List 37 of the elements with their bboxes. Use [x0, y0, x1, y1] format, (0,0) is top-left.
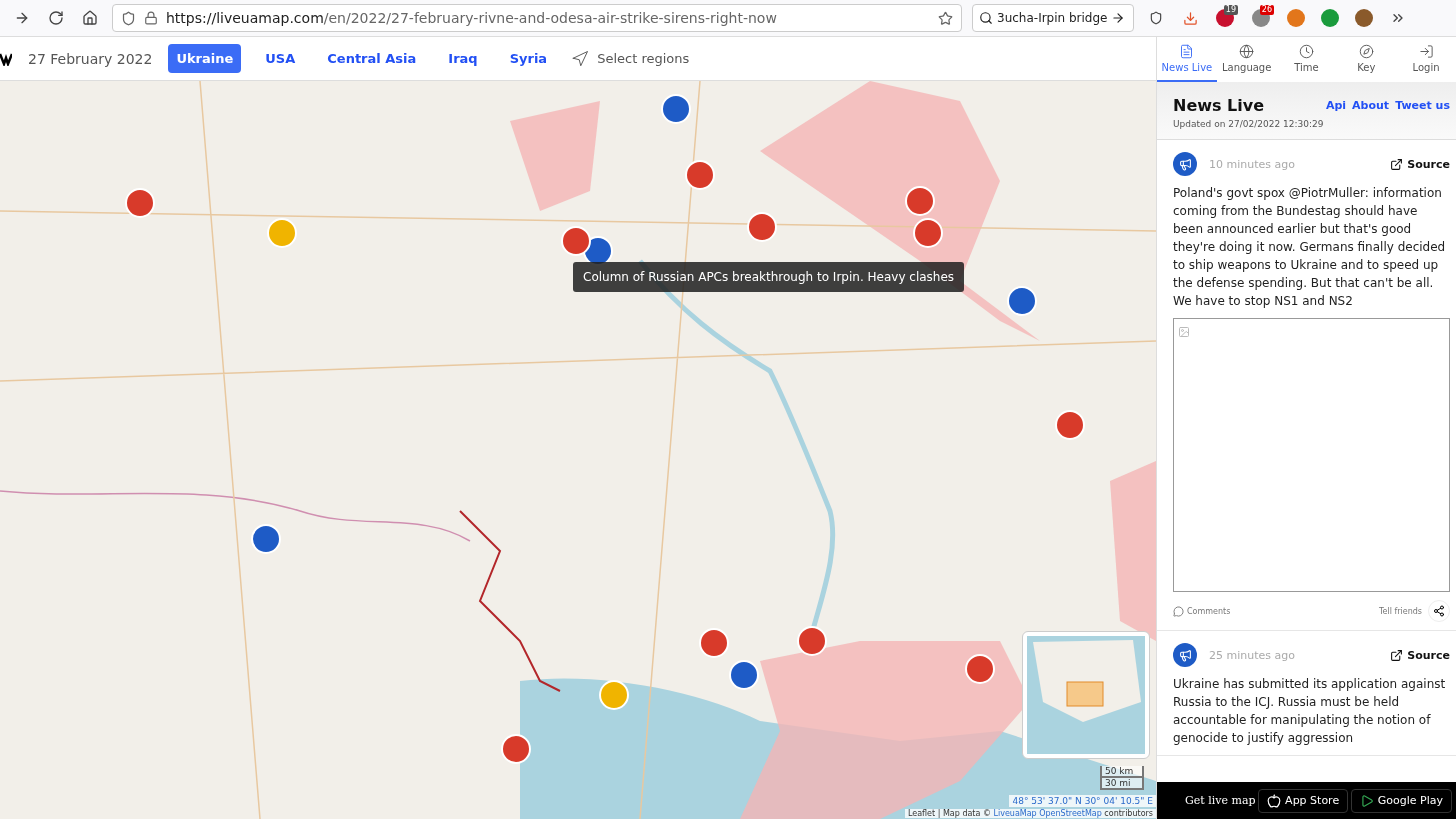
region-tab[interactable]: Iraq [440, 44, 486, 73]
share-label: Tell friends [1379, 606, 1422, 616]
source-link[interactable]: Source [1390, 157, 1450, 171]
panel-tab[interactable]: Time [1276, 37, 1337, 82]
news-time: 25 minutes ago [1209, 648, 1296, 662]
coordinates-label: 48° 53' 37.0" N 30° 04' 10.5" E [1009, 795, 1156, 807]
attribution-text: Leaflet | Map data © LiveuaMap OpenStreetMap contributors [904, 809, 1156, 818]
news-text: Poland's govt spox @PiotrMuller: information coming from the Bundestag should have been announced earlier but that's good they're doing it now. Germans finally decided to ship weapons to Ukraine and to speed up the defense spending. But that can't be all. We have to stop NS1 and NS2 [1173, 185, 1447, 310]
comments-link[interactable]: Comments [1173, 605, 1231, 617]
region-tab[interactable]: Syria [501, 44, 556, 73]
header-link[interactable]: Tweet us [1395, 99, 1450, 112]
footer-label: Get live map [1185, 794, 1256, 807]
select-regions-link[interactable]: Select regions [571, 49, 690, 68]
region-tab[interactable]: Central Asia [319, 44, 425, 73]
store-button[interactable]: App Store [1258, 788, 1349, 813]
region-tab[interactable]: USA [257, 44, 304, 73]
map-tooltip: Column of Russian APCs breakthrough to Irpin. Heavy clashes [573, 262, 965, 292]
search-field[interactable]: 3ucha-Irpin bridge [972, 4, 1134, 32]
date-label: 27 February 2022 [28, 50, 153, 67]
count-badge: 19 [1223, 5, 1238, 15]
header-link[interactable]: Api [1325, 99, 1347, 112]
scale-label: 30 mi [1100, 778, 1144, 790]
panel-tab[interactable]: Language [1216, 37, 1277, 82]
news-text: Ukraine has submitted its application against Russia to the ICJ. Russia must be held accountable for manipulating the notion of genocide to justify aggression [1173, 676, 1447, 747]
store-button[interactable]: Google Play [1350, 788, 1452, 813]
scale-label: 50 km [1100, 766, 1144, 778]
panel-title: News Live [1173, 96, 1265, 115]
updated-label: Updated on 27/02/2022 12:30:29 [1173, 119, 1325, 129]
header-link[interactable]: About [1352, 99, 1390, 112]
attribution-link[interactable]: LiveuaMap OpenStreetMap [993, 809, 1102, 818]
news-time: 10 minutes ago [1209, 157, 1296, 171]
count-badge: 26 [1259, 5, 1274, 15]
source-link[interactable]: Source [1390, 648, 1450, 662]
region-tab[interactable]: Ukraine [168, 44, 242, 73]
panel-tab[interactable]: Login [1396, 37, 1456, 82]
panel-tab[interactable]: Key [1336, 37, 1397, 82]
address-bar[interactable]: https://liveuamap.com/en/2022/27-february-rivne-and-odesa-air-strike-sirens-right-now [112, 4, 962, 32]
